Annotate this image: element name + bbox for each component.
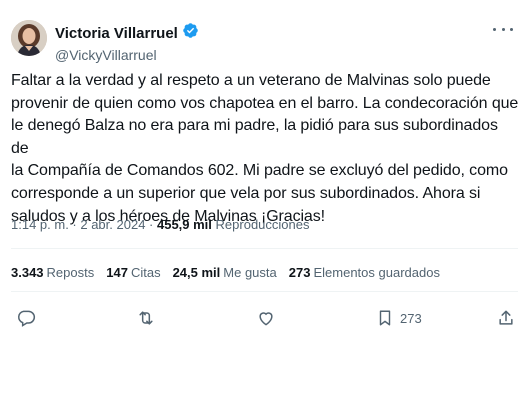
tweet-text: Faltar a la verdad y al respeto a un vet… — [11, 70, 519, 228]
tweet-text-line: Faltar a la verdad y al respeto a un vet… — [11, 72, 491, 89]
verified-badge-icon[interactable] — [182, 22, 199, 44]
timestamp[interactable]: 1:14 p. m. · 2 abr. 2024 · — [11, 217, 153, 232]
tweet-text-line: le denegó Balza no era para mi padre, la… — [11, 117, 498, 157]
divider — [11, 291, 518, 292]
like-button[interactable] — [256, 305, 276, 331]
share-icon — [496, 308, 516, 328]
quotes-count: 147 — [106, 265, 128, 280]
heart-icon — [256, 308, 276, 328]
handle[interactable]: @VickyVillarruel — [55, 47, 199, 63]
engagement-stats: 3.343 Reposts 147 Citas 24,5 mil Me gusta 2… — [11, 265, 440, 280]
tweet: Victoria Villarruel @VickyVillarruel Fal… — [0, 0, 529, 419]
reply-icon — [16, 308, 36, 328]
name-row: Victoria Villarruel — [55, 22, 199, 44]
quotes-stat[interactable]: 147 Citas — [106, 265, 160, 280]
share-button[interactable] — [496, 305, 516, 331]
likes-stat[interactable]: 24,5 mil Me gusta — [173, 265, 277, 280]
repost-button[interactable] — [135, 305, 157, 331]
author-block: Victoria Villarruel @VickyVillarruel — [55, 22, 199, 63]
repost-icon — [135, 308, 157, 328]
tweet-text-line: la Compañía de Comandos 602. Mi padre se… — [11, 162, 508, 180]
more-options-icon[interactable] — [493, 26, 513, 32]
avatar[interactable] — [11, 20, 47, 56]
bookmark-button[interactable]: 273 — [376, 305, 422, 331]
views-label: Reproducciones — [215, 217, 310, 232]
bookmarks-count: 273 — [288, 265, 311, 280]
views-count: 455,9 mil — [156, 217, 212, 232]
bookmarks-stat[interactable]: 273 Elementos guardados — [289, 265, 440, 280]
action-bar: 273 — [0, 305, 529, 331]
tweet-text-line: corresponde a un superior que vela por s… — [11, 184, 481, 202]
tweet-header: Victoria Villarruel @VickyVillarruel — [11, 20, 529, 63]
quotes-label: Citas — [130, 265, 161, 280]
display-name[interactable]: Victoria Villarruel — [55, 25, 178, 42]
reposts-stat[interactable]: 3.343 Reposts — [11, 265, 94, 280]
divider — [11, 248, 518, 249]
reposts-label: Reposts — [46, 265, 95, 280]
tweet-meta: 1:14 p. m. · 2 abr. 2024 · 455,9 mil Rep… — [11, 217, 310, 232]
bookmarks-label: Elementos guardados — [313, 265, 440, 280]
reply-button[interactable] — [16, 305, 36, 331]
bookmark-count: 273 — [400, 310, 422, 326]
likes-count: 24,5 mil — [172, 265, 221, 280]
tweet-text-line: provenir de quien como vos chapotea en e… — [11, 94, 519, 112]
reposts-count: 3.343 — [11, 265, 44, 280]
bookmark-icon — [376, 308, 394, 328]
likes-label: Me gusta — [223, 265, 277, 280]
